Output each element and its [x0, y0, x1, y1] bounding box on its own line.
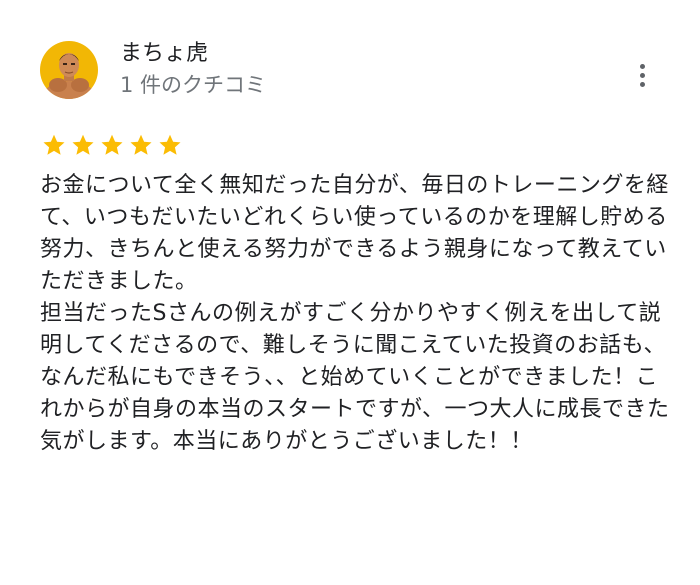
- more-options-button[interactable]: [628, 58, 656, 92]
- reviewer-name[interactable]: まちょ虎: [120, 40, 266, 68]
- reviewer-info: まちょ虎 1 件のクチコミ: [120, 40, 266, 100]
- more-vert-icon: [639, 63, 645, 69]
- muscle-man-avatar-icon: [40, 41, 98, 99]
- review-count: 1 件のクチコミ: [120, 73, 267, 97]
- star-icon: [42, 133, 66, 157]
- star-icon: [71, 133, 95, 157]
- star-icon: [129, 133, 153, 157]
- star-icon: [100, 133, 124, 157]
- star-icon: [158, 133, 182, 157]
- review-card: まちょ虎 1 件のクチコミ お金について全く無知だった自分が、毎日のトレーニング…: [0, 0, 700, 585]
- review-text: お金について全く無知だった自分が、毎日のトレーニングを経て、いつもだいたいどれく…: [40, 173, 670, 454]
- avatar[interactable]: [40, 41, 98, 99]
- review-header: まちょ虎 1 件のクチコミ: [40, 40, 266, 100]
- star-rating: [42, 133, 187, 157]
